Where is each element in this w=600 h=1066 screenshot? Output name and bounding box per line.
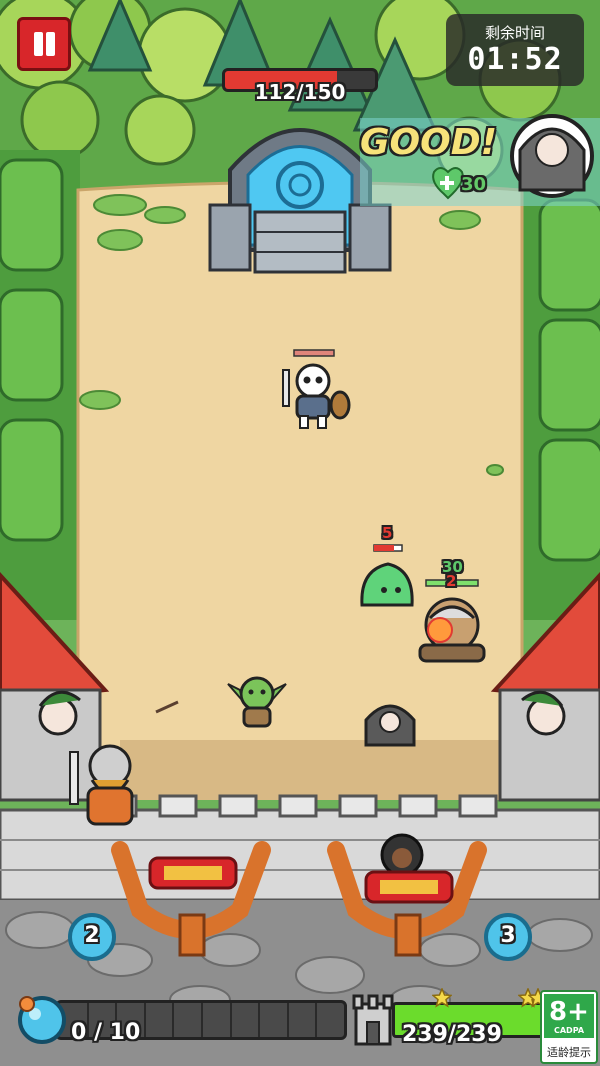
right-slingshot-ammo-badge[interactable]: 3	[484, 913, 532, 961]
mana-count-text: 0 / 10	[71, 1020, 141, 1045]
heal-amount-text: 30	[461, 174, 487, 195]
age-rating-badge: 8+ CADPA 适龄提示	[540, 990, 598, 1064]
mana-bar: 0 / 10	[15, 990, 347, 1050]
castle-health-text: 239/239	[402, 1022, 502, 1047]
mana-segment-divider	[258, 1003, 261, 1037]
mana-segment-divider	[229, 1003, 232, 1037]
hooded-monk	[364, 704, 416, 747]
pause-button[interactable]	[17, 17, 71, 71]
mana-segment-divider	[172, 1003, 175, 1037]
age-rating-label: 适龄提示	[547, 1046, 591, 1059]
age-rating-org: CADPA	[553, 1026, 585, 1035]
mana-segment-divider	[286, 1003, 289, 1037]
right-ammo-count: 3	[500, 923, 516, 948]
slime-damage-number: 5	[382, 524, 393, 542]
mana-segment-divider	[201, 1003, 203, 1037]
portal-health-bar: 112/150	[222, 68, 378, 104]
game-stage[interactable]: 剩余时间 01:52 112/150 GOOD! 30 5 30 2 2 3 0…	[0, 0, 600, 1066]
star-icon	[432, 988, 452, 1008]
mana-segment-divider	[315, 1003, 318, 1037]
potion-orb-icon	[18, 996, 66, 1044]
castle-health-bar: 239/239	[350, 988, 552, 1052]
hedge-right	[538, 198, 600, 562]
time-remaining-label: 剩余时间	[484, 24, 545, 42]
mana-segment-divider	[143, 1003, 146, 1037]
time-remaining-value: 01:52	[467, 42, 563, 77]
nun-portrait	[510, 114, 594, 198]
time-remaining-panel: 剩余时间 01:52	[446, 14, 584, 86]
left-ammo-count: 2	[84, 923, 100, 948]
hedge-left	[0, 158, 64, 542]
left-slingshot-ammo-badge[interactable]: 2	[68, 913, 116, 961]
tower-icon	[352, 994, 394, 1046]
combo-rating-text: GOOD!	[360, 122, 498, 163]
brute-damage-number: 2	[446, 572, 457, 590]
portal-health-text: 112/150	[254, 80, 346, 104]
castle-wall	[0, 808, 600, 902]
battlefield-scene	[0, 0, 600, 1066]
